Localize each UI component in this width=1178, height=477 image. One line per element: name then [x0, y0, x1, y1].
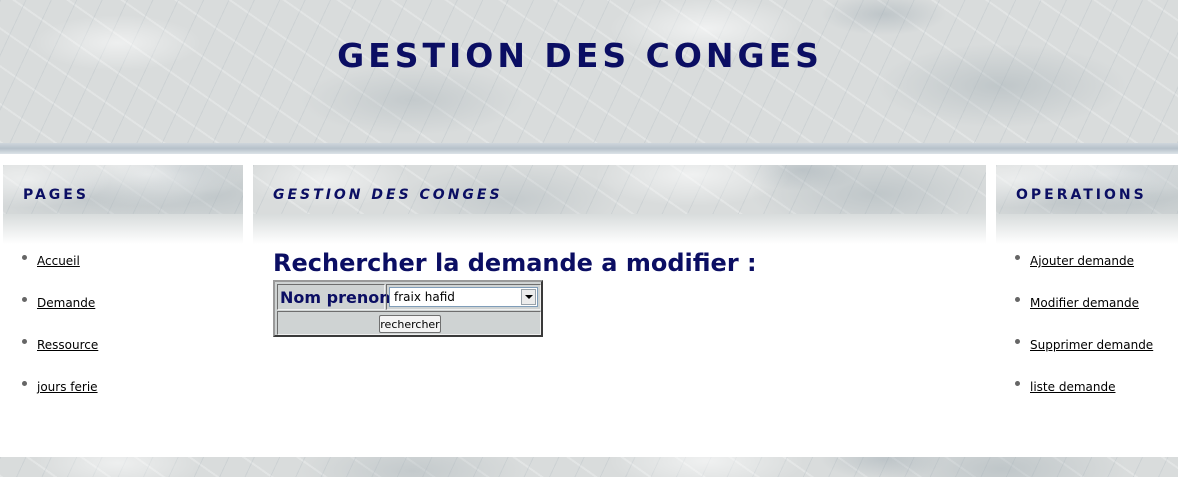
- rechercher-button[interactable]: rechercher: [379, 315, 441, 333]
- operations-panel-fade: [996, 214, 1178, 244]
- bullet-icon: [1015, 255, 1020, 260]
- operations-panel: OPERATIONS Ajouter demande Modifier dema…: [996, 165, 1178, 394]
- nom-prenom-label: Nom prenom: [280, 288, 396, 307]
- nav-item-liste-demande: liste demande: [996, 376, 1153, 418]
- header-divider: [0, 143, 1178, 154]
- bullet-icon: [22, 381, 27, 386]
- main-panel-header: GESTION DES CONGES: [253, 165, 986, 214]
- nav-item-ajouter-demande: Ajouter demande: [996, 250, 1153, 292]
- pages-panel-title: PAGES: [23, 187, 89, 203]
- operations-panel-header: OPERATIONS: [996, 165, 1178, 214]
- nav-link-supprimer-demande[interactable]: Supprimer demande: [1030, 338, 1153, 352]
- search-form: Nom prenom fraix hafid rechercher: [273, 280, 543, 337]
- form-label-cell: Nom prenom: [277, 284, 396, 310]
- bullet-icon: [22, 339, 27, 344]
- nav-item-jours-ferie: jours ferie: [3, 376, 98, 418]
- bullet-icon: [1015, 339, 1020, 344]
- chevron-down-icon[interactable]: [521, 289, 536, 305]
- pages-panel-header: PAGES: [3, 165, 243, 214]
- form-button-cell: rechercher: [277, 311, 541, 335]
- site-footer: [0, 457, 1178, 477]
- pages-nav-list: Accueil Demande Ressource jours ferie: [3, 250, 98, 418]
- nav-link-accueil[interactable]: Accueil: [37, 254, 80, 268]
- operations-nav-list: Ajouter demande Modifier demande Supprim…: [996, 250, 1153, 418]
- main-panel-fade: [253, 214, 986, 244]
- bullet-icon: [22, 297, 27, 302]
- nav-item-modifier-demande: Modifier demande: [996, 292, 1153, 334]
- form-select-cell: fraix hafid: [386, 284, 541, 310]
- site-header: GESTION DES CONGES: [0, 0, 1178, 143]
- nav-link-modifier-demande[interactable]: Modifier demande: [1030, 296, 1139, 310]
- nav-item-accueil: Accueil: [3, 250, 98, 292]
- nav-item-ressource: Ressource: [3, 334, 98, 376]
- pages-panel: PAGES Accueil Demande Ressource jours fe…: [3, 165, 243, 394]
- nav-link-ajouter-demande[interactable]: Ajouter demande: [1030, 254, 1134, 268]
- page-heading: Rechercher la demande a modifier :: [273, 249, 757, 277]
- nom-prenom-select[interactable]: fraix hafid: [389, 287, 538, 307]
- main-panel-title: GESTION DES CONGES: [273, 187, 503, 203]
- bullet-icon: [1015, 381, 1020, 386]
- nav-link-ressource[interactable]: Ressource: [37, 338, 98, 352]
- bullet-icon: [1015, 297, 1020, 302]
- operations-panel-title: OPERATIONS: [1016, 187, 1147, 203]
- nav-item-supprimer-demande: Supprimer demande: [996, 334, 1153, 376]
- nav-link-jours-ferie[interactable]: jours ferie: [37, 380, 98, 394]
- nav-link-demande[interactable]: Demande: [37, 296, 95, 310]
- main-panel: GESTION DES CONGES Rechercher la demande…: [253, 165, 986, 337]
- nav-link-liste-demande[interactable]: liste demande: [1030, 380, 1115, 394]
- pages-panel-fade: [3, 214, 243, 244]
- nav-item-demande: Demande: [3, 292, 98, 334]
- bullet-icon: [22, 255, 27, 260]
- selected-name-value: fraix hafid: [394, 290, 455, 304]
- site-title: GESTION DES CONGES: [337, 36, 823, 75]
